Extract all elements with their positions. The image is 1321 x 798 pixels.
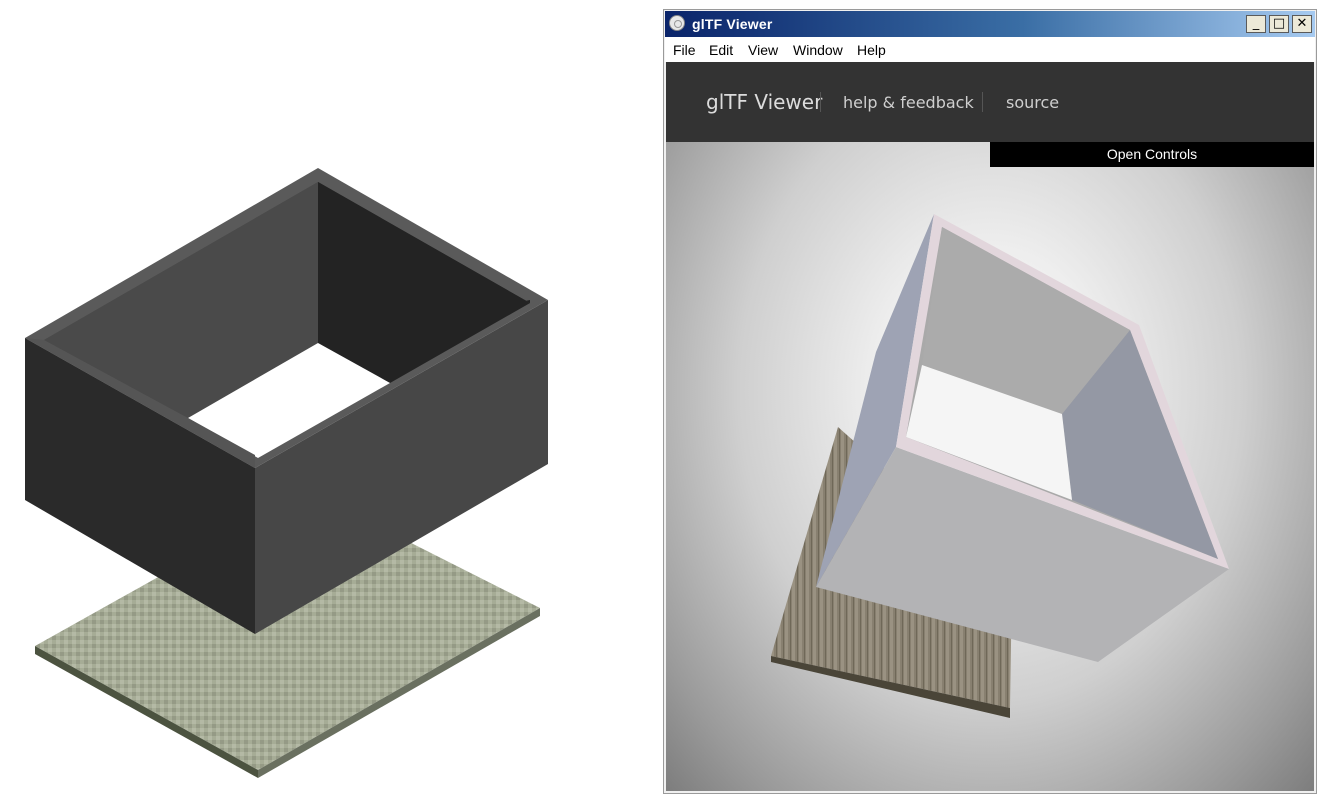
isometric-model-render — [25, 168, 548, 778]
close-button[interactable]: ✕ — [1292, 15, 1312, 33]
source-link[interactable]: source — [1006, 93, 1059, 112]
menu-view[interactable]: View — [748, 42, 778, 58]
box-3d — [816, 214, 1229, 662]
header-separator — [820, 92, 821, 112]
viewer-canvas[interactable]: glTF Viewer help & feedback source Open … — [666, 62, 1314, 791]
gltf-viewer-window: glTF Viewer _ □ ✕ File Edit View Window … — [663, 9, 1317, 794]
3d-scene[interactable] — [666, 62, 1314, 791]
app-icon — [669, 15, 685, 31]
title-bar[interactable]: glTF Viewer _ □ ✕ — [665, 11, 1315, 37]
help-feedback-link[interactable]: help & feedback — [843, 93, 974, 112]
menu-file[interactable]: File — [673, 42, 696, 58]
menu-edit[interactable]: Edit — [709, 42, 733, 58]
minimize-button[interactable]: _ — [1246, 15, 1266, 33]
open-controls-button[interactable]: Open Controls — [990, 142, 1314, 167]
menu-window[interactable]: Window — [793, 42, 843, 58]
brand-title[interactable]: glTF Viewer — [706, 90, 822, 114]
maximize-button[interactable]: □ — [1269, 15, 1289, 33]
window-title: glTF Viewer — [692, 16, 773, 32]
menu-help[interactable]: Help — [857, 42, 886, 58]
header-separator — [982, 92, 983, 112]
menu-bar: File Edit View Window Help — [665, 37, 1315, 62]
viewer-header: glTF Viewer help & feedback source — [666, 62, 1314, 142]
box-walls — [25, 168, 548, 634]
